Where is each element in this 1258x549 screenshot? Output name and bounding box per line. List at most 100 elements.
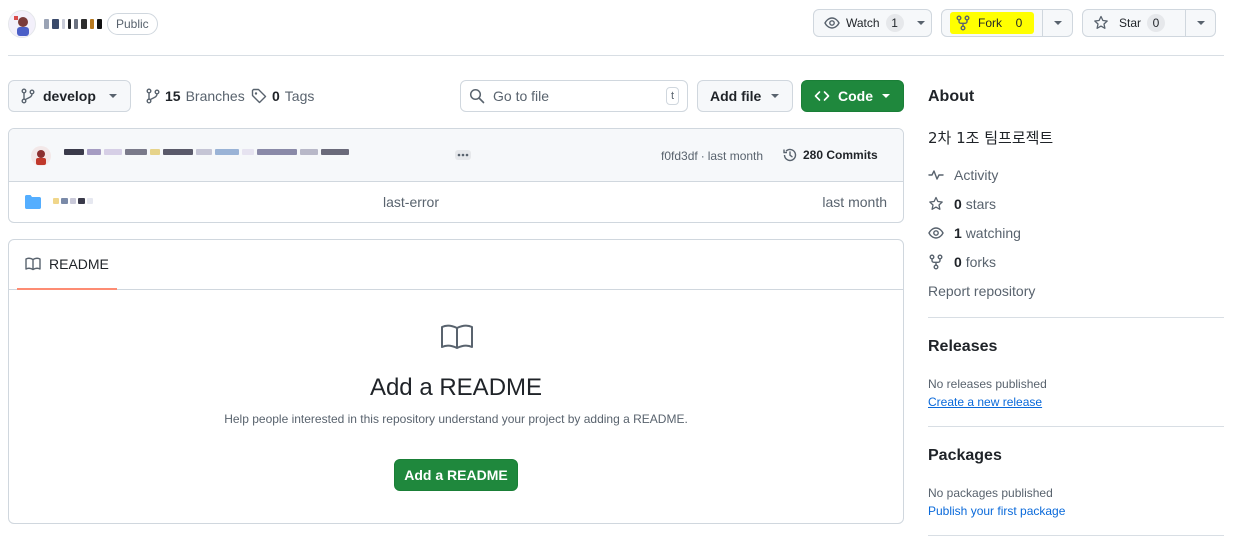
file-commit-time: last month [822, 194, 887, 210]
git-branch-icon [146, 88, 160, 104]
star-button[interactable]: Star 0 [1083, 10, 1185, 36]
add-readme-label: Add a README [404, 467, 508, 483]
stars-label: stars [965, 196, 997, 212]
activity-link[interactable]: Activity [928, 167, 998, 183]
tab-readme[interactable]: README [17, 240, 117, 290]
code-icon [814, 91, 830, 101]
commits-link[interactable]: 280 Commits [782, 147, 878, 163]
code-button[interactable]: Code [801, 80, 904, 112]
packages-empty-text: No packages published [928, 486, 1053, 500]
forks-count: 0 [954, 254, 962, 270]
triangle-down-icon [771, 94, 779, 98]
repo-forked-icon [929, 254, 943, 270]
create-release-link[interactable]: Create a new release [928, 395, 1042, 409]
tags-count: 0 [272, 88, 280, 104]
go-to-file-input[interactable]: Go to file t [460, 80, 688, 112]
visibility-badge: Public [107, 13, 158, 35]
watch-main[interactable]: Watch 1 [814, 10, 912, 36]
avatar [14, 16, 29, 36]
forks-link[interactable]: 0 forks [928, 254, 996, 270]
star-dropdown[interactable] [1185, 10, 1215, 36]
commit-separator: · [700, 149, 705, 163]
branches-count: 15 [165, 88, 181, 104]
activity-label: Activity [954, 167, 999, 183]
watch-label: Watch [846, 16, 880, 30]
watching-link[interactable]: 1 watching [928, 225, 1021, 241]
watch-button[interactable]: Watch 1 [813, 9, 932, 37]
folder-icon [25, 195, 41, 209]
commit-expand-button[interactable] [455, 150, 471, 160]
publish-package-link[interactable]: Publish your first package [928, 504, 1065, 518]
star-icon [1094, 15, 1108, 29]
header-divider [8, 55, 1224, 56]
folder-name-redacted[interactable] [53, 198, 93, 206]
file-list: f0fd3df · last month 280 Commits last-er… [8, 128, 904, 223]
fork-label: Fork [978, 16, 1002, 30]
commits-count-label: 280 Commits [803, 148, 878, 162]
add-file-button[interactable]: Add file [697, 80, 793, 112]
stars-link[interactable]: 0 stars [928, 196, 996, 212]
packages-title[interactable]: Packages [928, 447, 1002, 465]
file-commit-message[interactable]: last-error [383, 194, 439, 210]
fork-highlight: Fork 0 [950, 12, 1034, 34]
commit-meta: f0fd3df · last month [661, 149, 763, 163]
watch-dropdown[interactable] [912, 10, 931, 36]
eye-icon [928, 227, 944, 239]
sidebar-divider [928, 426, 1224, 427]
commit-message-redacted[interactable] [64, 149, 444, 159]
readme-empty-title: Add a README [369, 374, 543, 401]
search-icon [469, 88, 485, 104]
watch-count: 1 [885, 14, 904, 32]
about-title: About [928, 88, 975, 105]
releases-title[interactable]: Releases [928, 338, 997, 356]
branches-link[interactable]: 15 Branches [146, 88, 245, 104]
eye-icon [824, 17, 840, 29]
sidebar-divider [928, 317, 1224, 318]
fork-dropdown[interactable] [1042, 10, 1072, 36]
branch-name: develop [43, 88, 96, 104]
repo-forked-icon [956, 15, 970, 31]
triangle-down-icon [1053, 21, 1062, 25]
report-repository-link[interactable]: Report repository [928, 283, 1035, 299]
branch-select[interactable]: develop [8, 80, 131, 112]
book-icon [441, 324, 473, 349]
fork-count: 0 [1010, 14, 1028, 32]
fork-button[interactable]: Fork 0 [942, 10, 1042, 36]
search-placeholder: Go to file [493, 88, 550, 104]
history-icon [783, 148, 797, 162]
triangle-down-icon [1196, 21, 1205, 25]
readme-panel: README Add a README Help people interest… [8, 239, 904, 524]
add-file-label: Add file [710, 88, 762, 104]
stars-count: 0 [954, 196, 962, 212]
releases-empty-text: No releases published [928, 377, 1047, 391]
committer-avatar[interactable] [31, 146, 51, 166]
star-icon [929, 196, 943, 210]
star-label: Star [1119, 16, 1142, 30]
forks-label: forks [965, 254, 997, 270]
tags-link[interactable]: 0 Tags [251, 88, 314, 104]
commit-time: last month [707, 149, 764, 163]
kebab-horizontal-icon [457, 153, 469, 157]
tag-icon [251, 88, 267, 104]
repo-name-redacted[interactable] [44, 17, 102, 31]
watching-count: 1 [954, 225, 962, 241]
tags-label: Tags [284, 88, 315, 104]
readme-header: README [9, 240, 903, 290]
search-shortcut: t [665, 87, 679, 105]
triangle-down-icon [109, 94, 117, 98]
avatar [36, 150, 46, 165]
commit-hash[interactable]: f0fd3df [661, 149, 698, 163]
pulse-icon [928, 170, 944, 180]
triangle-down-icon [917, 21, 926, 25]
fork-button-group[interactable]: Fork 0 [941, 9, 1073, 37]
watching-label: watching [965, 225, 1021, 241]
readme-empty-description: Help people interested in this repositor… [224, 412, 688, 426]
file-row[interactable]: last-error last month [9, 182, 903, 222]
branches-label: Branches [185, 88, 245, 104]
add-readme-button[interactable]: Add a README [394, 459, 518, 491]
owner-avatar[interactable] [8, 10, 36, 38]
book-icon [25, 257, 41, 271]
star-count: 0 [1147, 14, 1166, 32]
latest-commit-row: f0fd3df · last month 280 Commits [9, 129, 903, 182]
star-button-group[interactable]: Star 0 [1082, 9, 1216, 37]
